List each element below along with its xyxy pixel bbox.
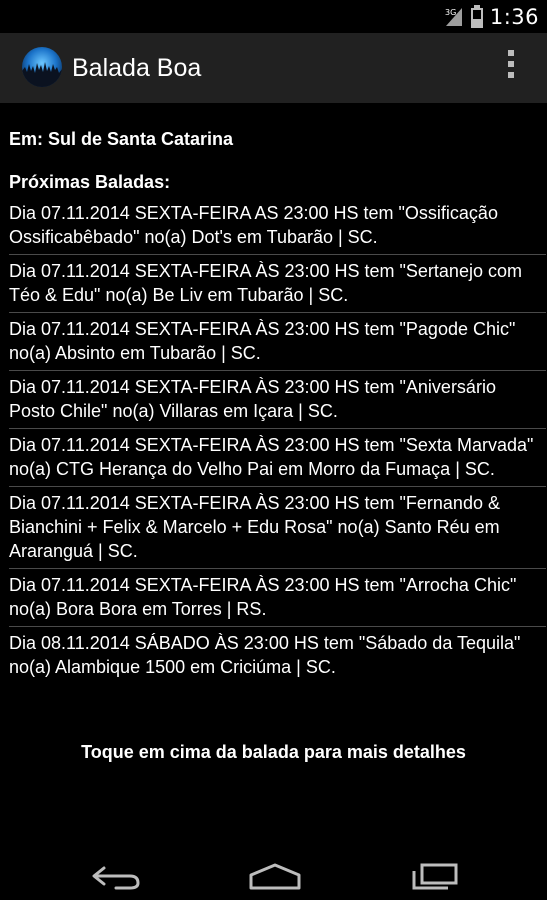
event-item[interactable]: Dia 07.11.2014 SEXTA-FEIRA ÀS 23:00 HS t… xyxy=(9,429,546,487)
event-item[interactable]: Dia 07.11.2014 SEXTA-FEIRA ÀS 23:00 HS t… xyxy=(9,313,546,371)
details-hint: Toque em cima da balada para mais detalh… xyxy=(81,742,466,762)
app-title: Balada Boa xyxy=(72,54,202,82)
event-list: Dia 07.11.2014 SEXTA-FEIRA AS 23:00 HS t… xyxy=(9,197,546,684)
main-content: Em: Sul de Santa Catarina Próximas Balad… xyxy=(0,103,547,848)
event-item[interactable]: Dia 07.11.2014 SEXTA-FEIRA ÀS 23:00 HS t… xyxy=(9,371,546,429)
back-icon[interactable] xyxy=(90,862,142,890)
event-item[interactable]: Dia 07.11.2014 SEXTA-FEIRA ÀS 23:00 HS t… xyxy=(9,255,546,313)
event-item[interactable]: Dia 07.11.2014 SEXTA-FEIRA ÀS 23:00 HS t… xyxy=(9,569,546,627)
recent-apps-icon[interactable] xyxy=(410,862,460,890)
status-icons: 3G 1:36 xyxy=(444,3,539,31)
event-item[interactable]: Dia 08.11.2014 SÁBADO ÀS 23:00 HS tem "S… xyxy=(9,627,546,684)
event-item[interactable]: Dia 07.11.2014 SEXTA-FEIRA AS 23:00 HS t… xyxy=(9,197,546,255)
region-label: Em: Sul de Santa Catarina xyxy=(9,129,234,149)
status-bar: 3G 1:36 xyxy=(0,0,547,33)
status-time: 1:36 xyxy=(489,5,539,29)
signal-type-label: 3G xyxy=(445,8,456,17)
navigation-bar xyxy=(0,848,547,900)
section-title: Próximas Baladas: xyxy=(9,172,171,192)
event-item[interactable]: Dia 07.11.2014 SEXTA-FEIRA ÀS 23:00 HS t… xyxy=(9,487,546,569)
crowd-globe-icon[interactable] xyxy=(22,47,62,87)
home-icon[interactable] xyxy=(248,862,302,890)
overflow-menu-icon[interactable] xyxy=(503,50,519,86)
signal-icon: 3G xyxy=(445,8,462,26)
battery-icon xyxy=(470,5,483,28)
